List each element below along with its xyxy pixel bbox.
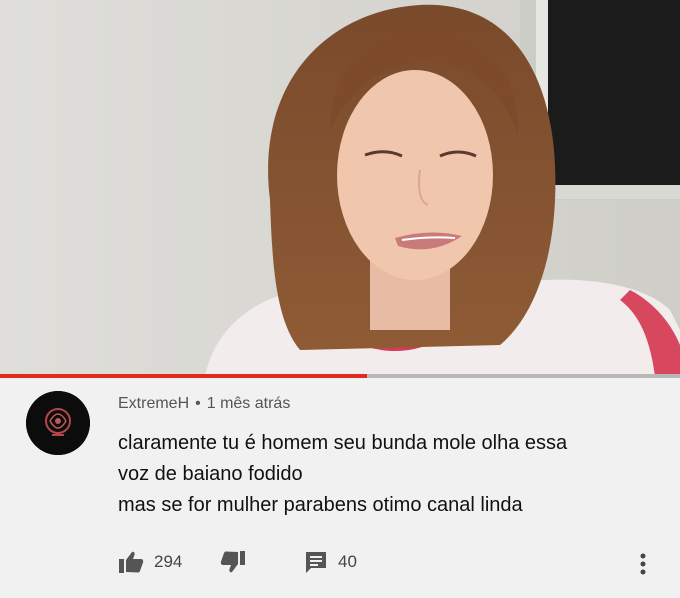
like-button[interactable]: 294 (118, 548, 182, 576)
more-options-button[interactable] (638, 550, 648, 578)
comment-actions: 294 40 (118, 548, 668, 576)
thumbs-up-icon (119, 551, 144, 573)
reply-count: 40 (338, 552, 357, 571)
meta-separator: • (195, 395, 201, 412)
comment-text: claramente tu é homem seu bunda mole olh… (118, 428, 658, 521)
comment: ExtremeH • 1 mês atrás claramente tu é hom… (0, 378, 680, 598)
avatar[interactable] (26, 391, 90, 455)
dislike-button[interactable] (220, 548, 246, 576)
thumbs-down-icon (220, 551, 245, 573)
comment-meta: ExtremeH • 1 mês atrás (118, 395, 290, 413)
avatar-logo-icon (26, 391, 90, 455)
reply-icon (306, 552, 326, 573)
reply-button[interactable]: 40 (304, 548, 357, 576)
like-count: 294 (154, 552, 183, 571)
comment-time[interactable]: 1 mês atrás (207, 395, 291, 412)
comment-line: voz de baiano fodido (118, 463, 303, 485)
comment-line: mas se for mulher parabens otimo canal l… (118, 494, 523, 516)
video-player[interactable] (0, 0, 680, 376)
more-vert-icon (640, 553, 646, 575)
video-frame (0, 0, 680, 376)
comment-author[interactable]: ExtremeH (118, 395, 189, 412)
comment-line: claramente tu é homem seu bunda mole olh… (118, 432, 568, 454)
